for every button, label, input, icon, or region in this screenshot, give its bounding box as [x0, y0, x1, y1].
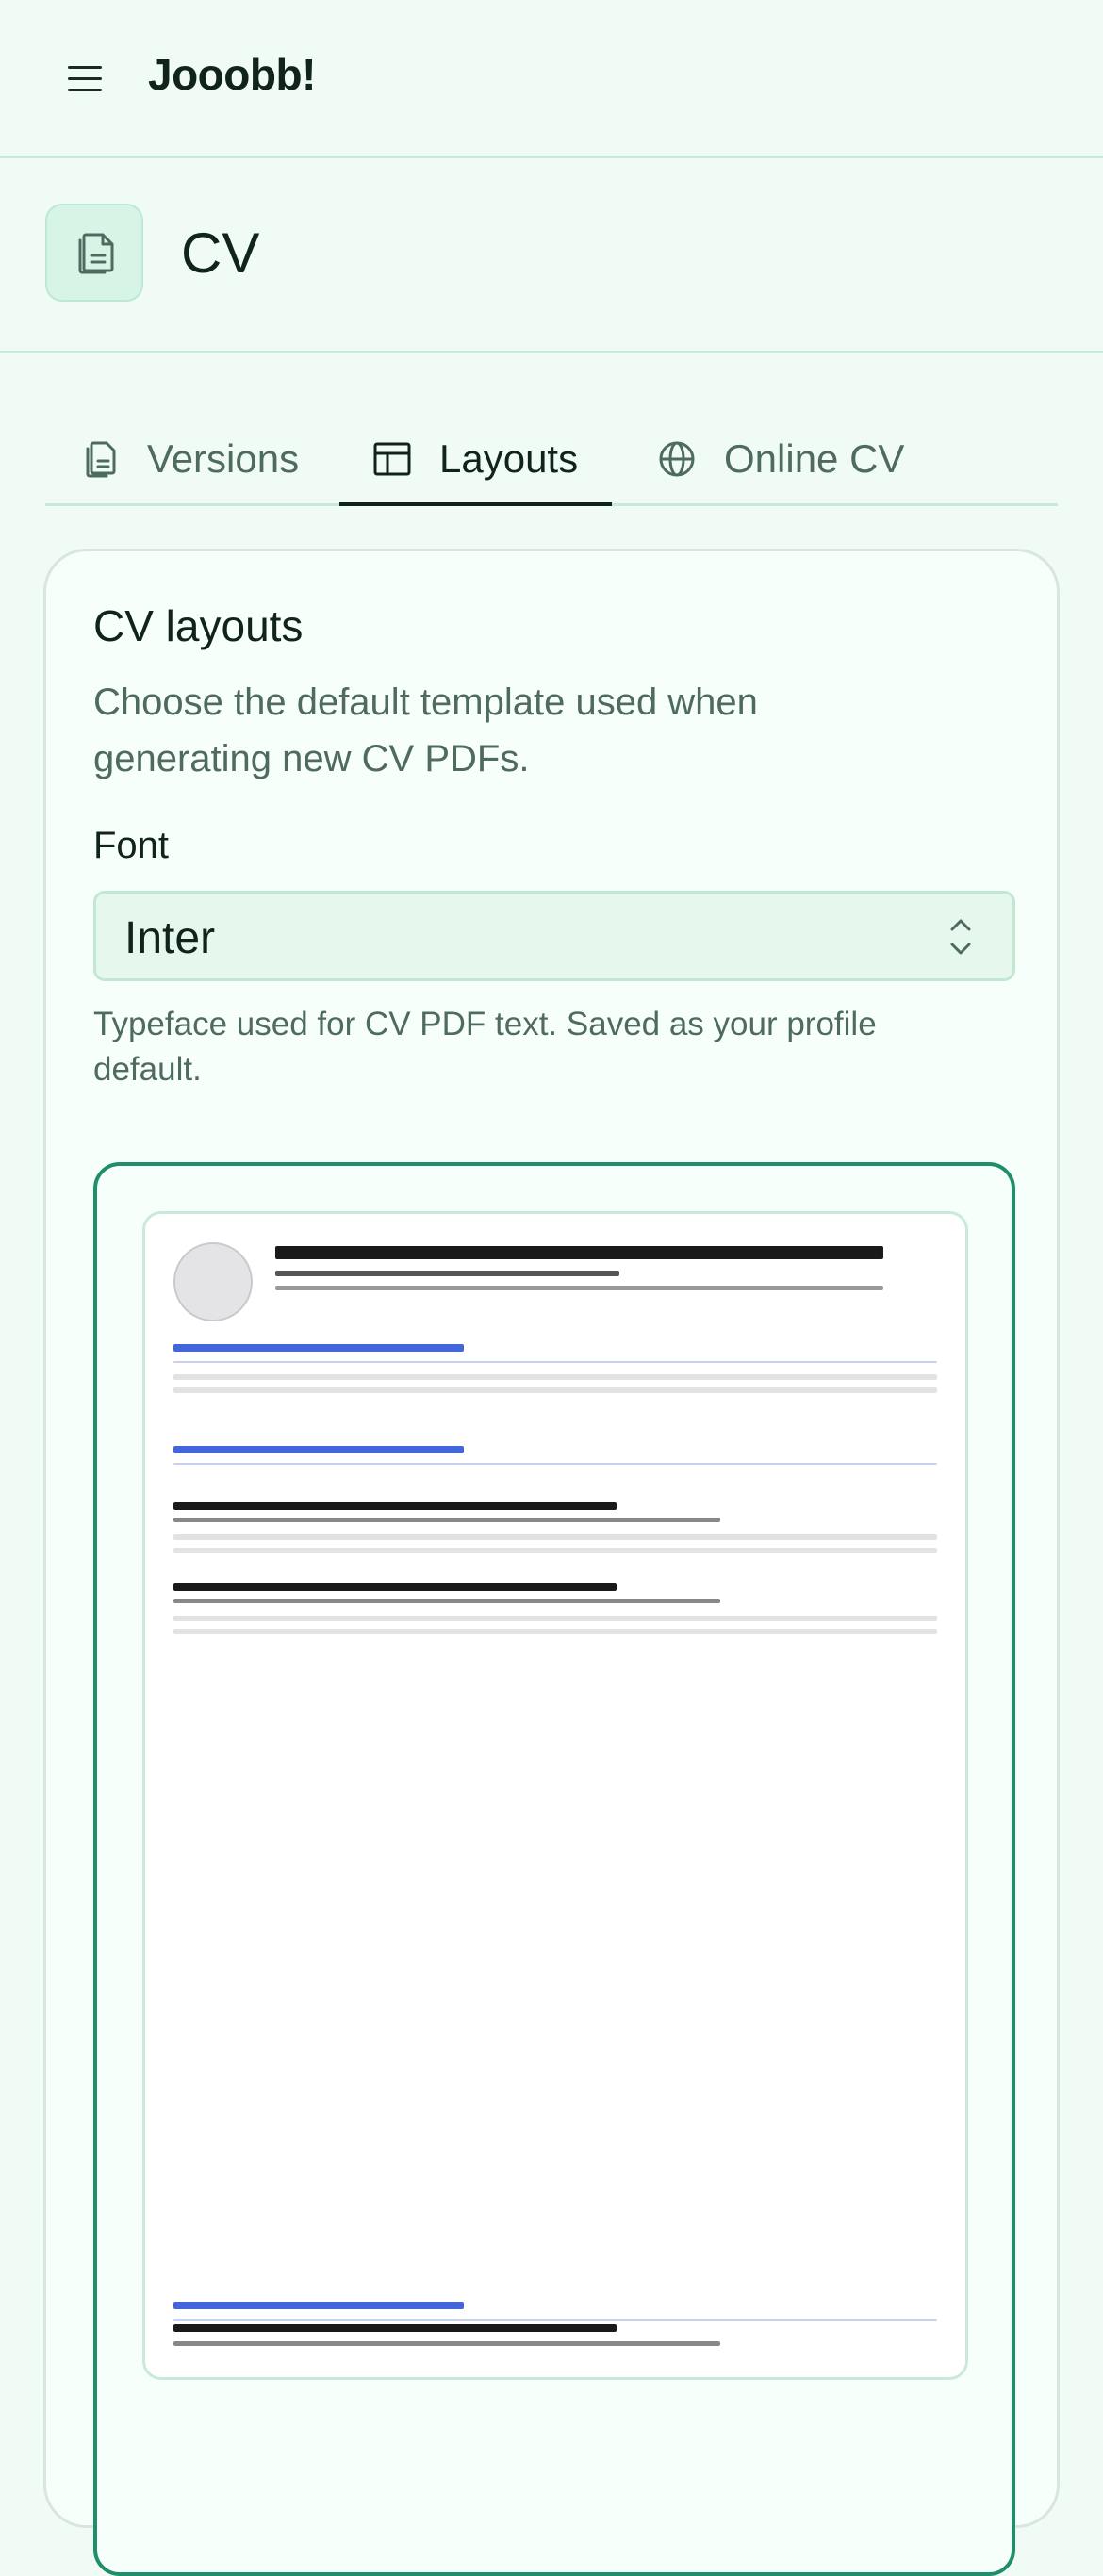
tab-layouts-label: Layouts — [439, 436, 579, 481]
tab-versions[interactable]: Versions — [81, 415, 299, 503]
font-label: Font — [93, 825, 170, 866]
page-header: CV — [0, 158, 1103, 353]
tab-online-cv[interactable]: Online CV — [658, 415, 904, 503]
font-select[interactable]: Inter — [93, 891, 1015, 981]
menu-icon[interactable] — [62, 58, 107, 100]
tab-versions-label: Versions — [147, 436, 300, 481]
layout-icon — [373, 440, 411, 478]
template-preview-thumbnail — [142, 1211, 968, 2380]
document-copy-icon — [45, 204, 143, 302]
tab-online-cv-label: Online CV — [724, 436, 905, 481]
font-select-value: Inter — [124, 913, 216, 963]
avatar-placeholder — [173, 1242, 253, 1321]
layout-template-option[interactable] — [93, 1162, 1015, 2576]
card-title: CV layouts — [93, 601, 304, 650]
card-description: Choose the default template used when ge… — [93, 681, 758, 779]
page-title: CV — [181, 222, 260, 285]
brand-logo[interactable]: Jooobb! — [148, 49, 316, 100]
chevron-up-down-icon — [947, 914, 975, 960]
top-bar: Jooobb! — [0, 0, 1103, 158]
tab-bar: Versions Layouts Online CV — [45, 415, 1058, 506]
documents-icon — [81, 440, 119, 478]
globe-icon — [658, 440, 696, 478]
tab-layouts[interactable]: Layouts — [339, 415, 613, 506]
font-hint: Typeface used for CV PDF text. Saved as … — [93, 1006, 877, 1088]
cv-layouts-card: CV layouts Choose the default template u… — [43, 549, 1060, 2576]
